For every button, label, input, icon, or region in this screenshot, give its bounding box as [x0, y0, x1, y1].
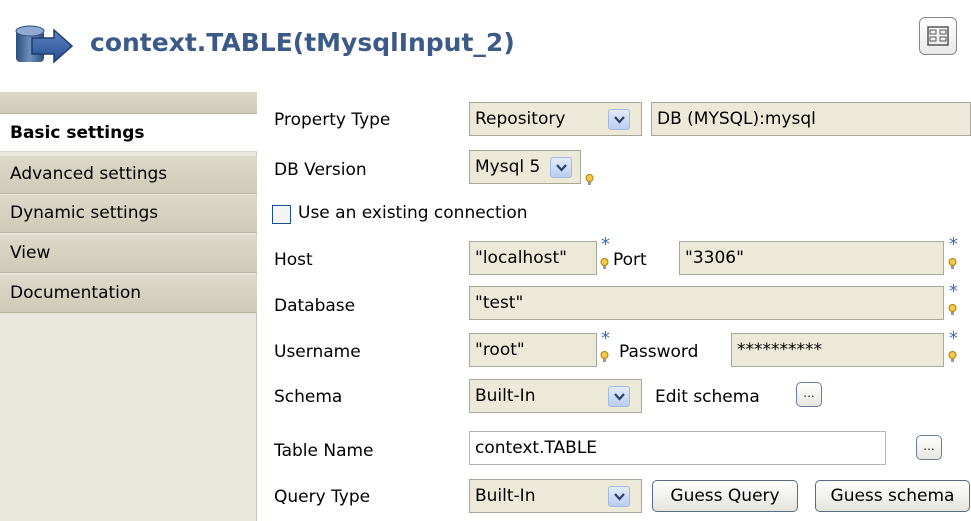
password-label: Password — [619, 342, 699, 362]
password-input[interactable]: ********** — [731, 333, 944, 367]
use-existing-connection-label: Use an existing connection — [298, 203, 528, 223]
component-title: context.TABLE(tMysqlInput_2) — [90, 28, 515, 57]
table-name-label: Table Name — [274, 441, 374, 461]
hint-bulb-icon — [948, 256, 957, 276]
db-version-label: DB Version — [274, 160, 367, 180]
required-asterisk: * — [949, 328, 958, 349]
db-version-select[interactable]: Mysql 5 — [469, 150, 581, 184]
guess-query-button[interactable]: Guess Query — [652, 480, 798, 512]
repository-field[interactable]: DB (MYSQL):mysql — [651, 102, 971, 136]
component-icon — [14, 24, 76, 73]
hint-bulb-icon — [585, 172, 594, 192]
layout-toggle-button[interactable] — [919, 17, 957, 55]
property-type-value: Repository — [475, 109, 566, 129]
sidebar-top-strip — [0, 92, 257, 114]
query-type-select[interactable]: Built-In — [469, 479, 642, 513]
use-existing-connection-checkbox[interactable] — [272, 205, 291, 224]
required-asterisk: * — [949, 234, 958, 255]
hint-bulb-icon — [600, 349, 609, 369]
table-name-input[interactable]: context.TABLE — [469, 431, 886, 465]
property-type-select[interactable]: Repository — [469, 102, 642, 136]
db-version-value: Mysql 5 — [475, 157, 541, 177]
tab-view[interactable]: View — [0, 235, 257, 273]
tab-documentation[interactable]: Documentation — [0, 275, 257, 313]
host-label: Host — [274, 250, 313, 270]
table-name-browse-button[interactable]: ... — [916, 435, 942, 460]
query-type-label: Query Type — [274, 487, 371, 507]
database-input[interactable]: "test" — [469, 286, 944, 320]
property-type-label: Property Type — [274, 110, 391, 130]
tab-basic-settings[interactable]: Basic settings — [0, 114, 257, 152]
tab-advanced-settings[interactable]: Advanced settings — [0, 156, 257, 194]
chevron-down-icon[interactable] — [608, 109, 630, 130]
chevron-down-icon[interactable] — [550, 157, 572, 178]
database-label: Database — [274, 296, 356, 316]
query-type-value: Built-In — [475, 486, 536, 506]
edit-schema-label: Edit schema — [655, 387, 760, 407]
required-asterisk: * — [601, 328, 610, 349]
port-input[interactable]: "3306" — [679, 241, 944, 275]
edit-schema-button[interactable]: ... — [796, 382, 822, 407]
username-input[interactable]: "root" — [469, 333, 597, 367]
required-asterisk: * — [949, 281, 958, 302]
schema-label: Schema — [274, 387, 343, 407]
tab-dynamic-settings[interactable]: Dynamic settings — [0, 195, 257, 233]
chevron-down-icon[interactable] — [608, 486, 630, 507]
hint-bulb-icon — [948, 349, 957, 369]
chevron-down-icon[interactable] — [608, 386, 630, 407]
schema-value: Built-In — [475, 386, 536, 406]
guess-schema-button[interactable]: Guess schema — [815, 480, 970, 512]
schema-select[interactable]: Built-In — [469, 379, 642, 413]
required-asterisk: * — [601, 234, 610, 255]
host-input[interactable]: "localhost" — [469, 241, 597, 275]
username-label: Username — [274, 342, 361, 362]
layout-icon — [927, 26, 949, 46]
hint-bulb-icon — [600, 256, 609, 276]
hint-bulb-icon — [948, 302, 957, 322]
port-label: Port — [613, 250, 647, 270]
